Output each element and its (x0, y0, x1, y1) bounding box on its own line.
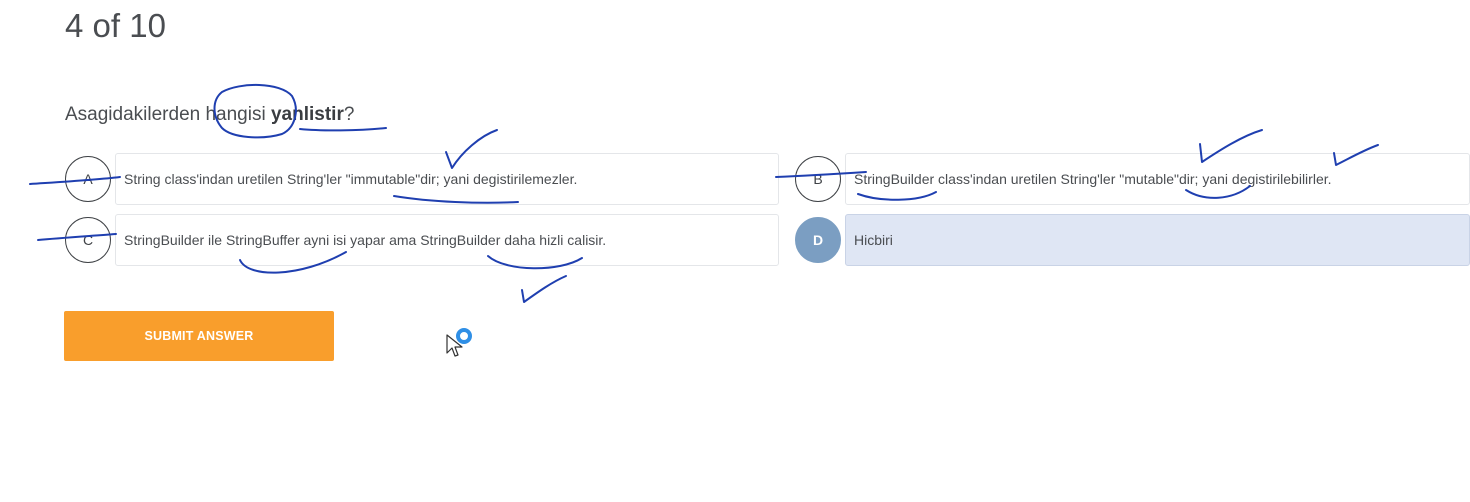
option-a-badge[interactable]: A (65, 156, 111, 202)
question-bold-word: yanlistir (270, 104, 344, 125)
click-ring-icon (456, 328, 472, 344)
option-d-text[interactable]: Hicbiri (845, 214, 1470, 266)
quiz-page: 4 of 10 Asagidakilerden hangisi yanlisti… (0, 0, 1470, 502)
annotation-check-c (521, 275, 567, 303)
option-b-badge[interactable]: B (795, 156, 841, 202)
annotation-underline-yanlistir (299, 127, 387, 132)
question-suffix: ? (343, 104, 355, 125)
option-b-text[interactable]: StringBuilder class'indan uretilen Strin… (845, 153, 1470, 205)
question-text: Asagidakilerden hangisi yanlistir? (65, 102, 354, 128)
mouse-pointer-icon (446, 328, 472, 357)
question-prefix: Asagidakilerden (65, 104, 206, 125)
option-c-text[interactable]: StringBuilder ile StringBuffer ayni isi … (115, 214, 779, 266)
option-a-text[interactable]: String class'indan uretilen String'ler "… (115, 153, 779, 205)
option-d-badge[interactable]: D (795, 217, 841, 263)
question-progress: 4 of 10 (65, 7, 166, 44)
question-highlight-word: hangisi (205, 104, 266, 125)
submit-answer-button[interactable]: SUBMIT ANSWER (64, 311, 334, 361)
option-c-badge[interactable]: C (65, 217, 111, 263)
